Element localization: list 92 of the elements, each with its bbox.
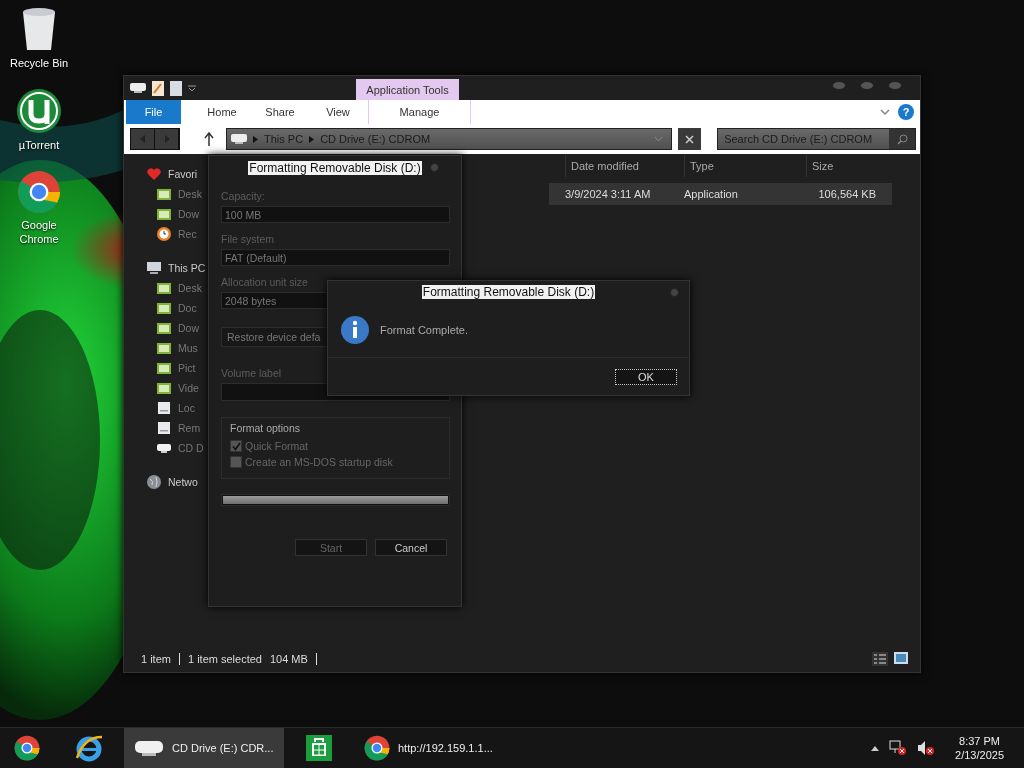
selection-size: 104 MB xyxy=(269,652,308,665)
network-error-icon[interactable] xyxy=(889,740,908,756)
desktop-icon-label[interactable]: Recycle Bin xyxy=(9,56,69,70)
ribbon-tab[interactable]: File xyxy=(126,100,181,124)
help-button[interactable]: ? xyxy=(898,104,914,120)
folder-icon xyxy=(156,340,172,356)
document-icon[interactable] xyxy=(170,80,182,96)
drive-icon xyxy=(156,420,172,436)
sidebar-item[interactable]: Vide xyxy=(178,382,199,394)
torrent-icon xyxy=(16,88,62,134)
file-row[interactable]: 3/9/2024 3:11 AM Application 106,564 KB xyxy=(549,183,892,205)
speaker-muted-icon[interactable] xyxy=(917,740,936,756)
ribbon-tab[interactable]: View xyxy=(309,100,367,124)
globe-icon xyxy=(146,474,162,490)
address-bar[interactable]: This PC CD Drive (E:) CDROM xyxy=(226,128,672,150)
right-triangle-icon xyxy=(163,135,170,143)
chevron-up-icon[interactable] xyxy=(871,745,880,751)
close-icon xyxy=(685,134,695,144)
clock-time[interactable]: 8:37 PM xyxy=(959,735,1000,747)
monitor-icon xyxy=(146,260,162,276)
dialog-title: Formatting Removable Disk (D:) xyxy=(248,161,422,175)
clear-button[interactable] xyxy=(678,128,702,150)
contextual-tab-header: Application Tools xyxy=(356,79,459,100)
dialog-title: Formatting Removable Disk (D:) xyxy=(421,285,596,299)
sidebar-item[interactable]: Pict xyxy=(178,362,196,374)
search-field[interactable]: Search CD Drive (E:) CDROM xyxy=(717,128,916,150)
dropdown-icon[interactable] xyxy=(188,84,196,92)
checkbox[interactable] xyxy=(230,456,242,468)
sidebar-item[interactable]: Rem xyxy=(178,422,201,434)
selection-count: 1 item selected xyxy=(187,652,262,665)
desktop-icon-label[interactable]: Google Chrome xyxy=(9,218,69,246)
message-text: Format Complete. xyxy=(380,324,469,336)
drive-icon xyxy=(134,738,164,758)
shopping-bag-icon xyxy=(304,733,334,763)
column-header[interactable]: Type xyxy=(684,155,806,177)
clock-icon xyxy=(156,226,172,242)
item-count: 1 item xyxy=(141,652,171,665)
heart-icon xyxy=(146,166,162,182)
folder-icon xyxy=(156,206,172,222)
restore-defaults-button[interactable]: Restore device defa xyxy=(221,327,329,347)
checkbox[interactable] xyxy=(230,440,242,452)
column-header[interactable]: Size xyxy=(806,155,876,177)
column-header[interactable]: Date modified xyxy=(565,155,684,177)
document-icon[interactable] xyxy=(152,80,164,96)
folder-icon xyxy=(156,380,172,396)
sidebar-item[interactable]: Netwo xyxy=(168,476,198,488)
sidebar-item[interactable]: Favori xyxy=(168,168,198,180)
sidebar-item[interactable]: Desk xyxy=(178,188,202,200)
taskbar-button[interactable]: CD Drive (E:) CDR... xyxy=(124,728,284,768)
globe-swoosh-icon xyxy=(74,733,104,763)
field-label: Volume label xyxy=(221,367,283,379)
tiles-view-icon[interactable] xyxy=(894,651,908,664)
left-triangle-icon xyxy=(139,135,146,143)
folder-icon xyxy=(156,186,172,202)
sidebar-item[interactable]: Mus xyxy=(178,342,198,354)
dropdown[interactable]: FAT (Default) xyxy=(221,249,450,266)
sidebar-item[interactable]: Loc xyxy=(178,402,195,414)
details-view-icon[interactable] xyxy=(872,651,888,666)
ribbon-tab[interactable]: Share xyxy=(251,100,309,124)
field-label: Allocation unit size xyxy=(221,276,309,288)
sidebar-item[interactable]: This PC xyxy=(168,262,206,274)
clock-date[interactable]: 2/13/2025 xyxy=(955,749,1004,761)
desktop-icon-label[interactable]: µTorrent xyxy=(9,138,69,152)
sidebar-item[interactable]: Rec xyxy=(178,228,197,240)
field-label: Capacity: xyxy=(221,190,266,202)
field-label: File system xyxy=(221,233,276,245)
checkbox-label[interactable]: Create an MS-DOS startup disk xyxy=(245,456,393,468)
checkbox-label[interactable]: Quick Format xyxy=(245,440,308,452)
info-icon xyxy=(340,315,370,345)
sidebar-item[interactable]: Doc xyxy=(178,302,197,314)
sidebar-item[interactable]: Dow xyxy=(178,322,199,334)
folder-icon xyxy=(156,300,172,316)
chevron-down-icon[interactable] xyxy=(880,109,890,115)
up-arrow-icon xyxy=(204,132,214,146)
taskbar-button[interactable]: http://192.159.1.1... xyxy=(354,728,514,768)
dropdown[interactable]: 100 MB xyxy=(221,206,450,223)
sidebar-item[interactable]: CD D xyxy=(178,442,204,454)
chrome-icon xyxy=(17,170,61,214)
chrome-icon xyxy=(364,735,390,761)
drive-icon xyxy=(130,82,146,94)
ok-button[interactable]: OK xyxy=(615,368,677,385)
search-icon[interactable] xyxy=(896,133,908,145)
chrome-icon xyxy=(14,735,40,761)
sidebar-item[interactable]: Dow xyxy=(178,208,199,220)
dialog-button[interactable]: Cancel xyxy=(375,539,447,556)
folder-icon xyxy=(156,360,172,376)
ribbon-tab[interactable]: Home xyxy=(193,100,251,124)
drive-icon xyxy=(156,400,172,416)
folder-icon xyxy=(156,280,172,296)
folder-icon xyxy=(156,320,172,336)
sidebar-item[interactable]: Desk xyxy=(178,282,202,294)
dropdown[interactable]: 2048 bytes xyxy=(221,292,329,309)
